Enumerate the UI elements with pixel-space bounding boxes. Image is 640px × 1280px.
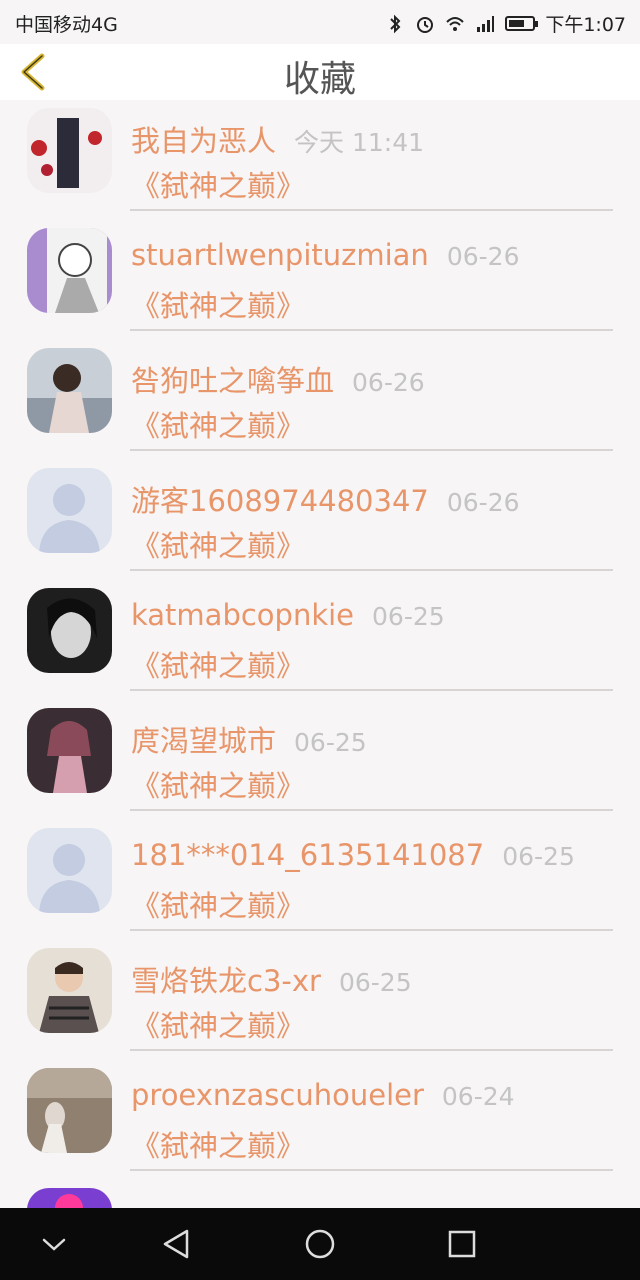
favorite-time: 06-26 bbox=[352, 368, 425, 397]
divider bbox=[130, 929, 613, 931]
status-icons: 下午1:07 bbox=[385, 10, 626, 37]
favorite-book-title: 《弑神之巅》 bbox=[131, 769, 306, 803]
list-item[interactable]: 181***014_6135141087 06-25 《弑神之巅》 bbox=[0, 820, 640, 940]
list-item[interactable]: stuartlwenpituzmian 06-26 《弑神之巅》 bbox=[0, 220, 640, 340]
clock-label: 下午1:07 bbox=[545, 14, 626, 36]
avatar bbox=[27, 1188, 112, 1208]
avatar bbox=[27, 588, 112, 673]
avatar bbox=[27, 108, 112, 193]
favorite-time: 06-25 bbox=[372, 602, 445, 631]
favorite-book-title: 《弑神之巅》 bbox=[131, 409, 306, 443]
avatar bbox=[27, 468, 112, 553]
list-item[interactable] bbox=[0, 1180, 640, 1208]
favorite-user-name: proexnzascuhoueler 06-24 bbox=[131, 1078, 515, 1112]
avatar bbox=[27, 948, 112, 1033]
favorite-book-title: 《弑神之巅》 bbox=[131, 169, 306, 203]
list-item[interactable]: 雪烙铁龙c3-xr 06-25 《弑神之巅》 bbox=[0, 940, 640, 1060]
favorite-time: 06-25 bbox=[502, 842, 575, 871]
favorite-user-name: katmabcopnkie 06-25 bbox=[131, 598, 445, 632]
favorite-user-name: 庹渴望城市 06-25 bbox=[131, 724, 367, 758]
system-nav-bar bbox=[0, 1208, 640, 1280]
favorite-user-name: 游客1608974480347 06-26 bbox=[131, 484, 520, 518]
divider bbox=[130, 1049, 613, 1051]
divider bbox=[130, 449, 613, 451]
favorite-book-title: 《弑神之巅》 bbox=[131, 889, 306, 923]
avatar bbox=[27, 1068, 112, 1153]
favorite-time: 06-25 bbox=[338, 968, 412, 997]
home-circle-icon[interactable] bbox=[302, 1226, 338, 1262]
favorite-book-title: 《弑神之巅》 bbox=[131, 289, 306, 323]
chevron-down-icon[interactable] bbox=[36, 1226, 72, 1262]
divider bbox=[130, 569, 613, 571]
recents-square-icon[interactable] bbox=[444, 1226, 480, 1262]
battery-icon bbox=[505, 16, 539, 31]
list-item[interactable]: proexnzascuhoueler 06-24 《弑神之巅》 bbox=[0, 1060, 640, 1180]
favorites-list: 我自为恶人 今天 11:41 《弑神之巅》 stuartlwenpituzmia… bbox=[0, 100, 640, 1208]
favorite-book-title: 《弑神之巅》 bbox=[131, 1009, 306, 1043]
favorite-user-name: 雪烙铁龙c3-xr 06-25 bbox=[131, 964, 412, 998]
favorite-time: 06-26 bbox=[446, 242, 520, 271]
header-bar: 收藏 bbox=[0, 44, 640, 100]
avatar bbox=[27, 348, 112, 433]
list-item[interactable]: 游客1608974480347 06-26 《弑神之巅》 bbox=[0, 460, 640, 580]
list-item[interactable]: 庹渴望城市 06-25 《弑神之巅》 bbox=[0, 700, 640, 820]
favorite-time: 06-24 bbox=[441, 1082, 515, 1111]
favorite-time: 今天 11:41 bbox=[294, 128, 425, 157]
list-item[interactable]: 我自为恶人 今天 11:41 《弑神之巅》 bbox=[0, 100, 640, 220]
carrier-label: 中国移动4G bbox=[15, 14, 118, 36]
favorite-book-title: 《弑神之巅》 bbox=[131, 529, 306, 563]
avatar bbox=[27, 708, 112, 793]
alarm-icon bbox=[417, 16, 434, 33]
bluetooth-icon bbox=[390, 14, 401, 33]
page-title: 收藏 bbox=[283, 59, 356, 100]
favorite-time: 06-26 bbox=[446, 488, 520, 517]
divider bbox=[130, 1169, 613, 1171]
favorite-user-name: 181***014_6135141087 06-25 bbox=[131, 838, 575, 872]
divider bbox=[130, 689, 613, 691]
list-item[interactable]: katmabcopnkie 06-25 《弑神之巅》 bbox=[0, 580, 640, 700]
avatar bbox=[27, 828, 112, 913]
list-item[interactable]: 咎狗吐之噙筝血 06-26 《弑神之巅》 bbox=[0, 340, 640, 460]
wifi-icon bbox=[446, 16, 465, 31]
status-bar: 中国移动4G 下午1:07 bbox=[0, 0, 640, 44]
favorite-time: 06-25 bbox=[294, 728, 367, 757]
favorite-book-title: 《弑神之巅》 bbox=[131, 649, 306, 683]
avatar bbox=[27, 228, 112, 313]
favorite-user-name: stuartlwenpituzmian 06-26 bbox=[131, 238, 520, 272]
divider bbox=[130, 809, 613, 811]
back-triangle-icon[interactable] bbox=[159, 1226, 195, 1262]
favorite-user-name: 咎狗吐之噙筝血 06-26 bbox=[131, 364, 425, 398]
divider bbox=[130, 329, 613, 331]
favorite-book-title: 《弑神之巅》 bbox=[131, 1129, 306, 1163]
divider bbox=[130, 209, 613, 211]
signal-icon bbox=[477, 15, 495, 32]
favorite-user-name: 我自为恶人 今天 11:41 bbox=[131, 124, 425, 158]
